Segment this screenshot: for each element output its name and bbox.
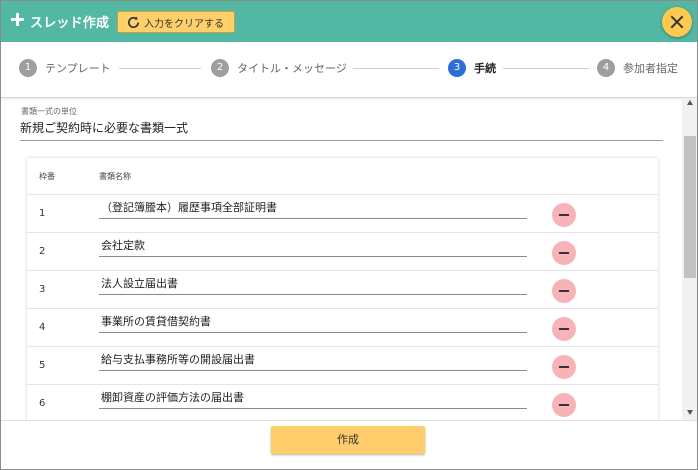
- document-name-input[interactable]: 事業所の賃貸借契約書: [99, 315, 527, 333]
- column-header-number: 枠番: [39, 172, 55, 181]
- step-participants[interactable]: 4 参加者指定: [597, 59, 678, 77]
- step-number: 4: [597, 59, 615, 77]
- vertical-scrollbar[interactable]: [682, 98, 697, 420]
- step-template[interactable]: 1 テンプレート: [19, 59, 111, 77]
- row-number: 6: [39, 398, 46, 409]
- remove-row-button[interactable]: [552, 317, 576, 341]
- remove-row-button[interactable]: [552, 279, 576, 303]
- document-name-input[interactable]: 法人設立届出書: [99, 277, 527, 295]
- remove-row-button[interactable]: [552, 393, 576, 417]
- dialog-header: スレッド作成 入力をクリアする: [1, 1, 697, 42]
- step-number: 2: [211, 59, 229, 77]
- unit-field-label: 書類一式の単位: [21, 107, 77, 116]
- create-button[interactable]: 作成: [271, 426, 425, 454]
- thread-create-dialog: スレッド作成 入力をクリアする 1 テンプレート 2 タイトル・メッセージ 3 …: [0, 0, 698, 470]
- table-row: 2 会社定款: [27, 232, 658, 270]
- unit-field[interactable]: 新規ご契約時に必要な書類一式: [20, 119, 188, 136]
- scroll-up-arrow-icon[interactable]: [687, 100, 693, 105]
- table-row: 4 事業所の賃貸借契約書: [27, 308, 658, 346]
- form-scroll-area: 書類一式の単位 新規ご契約時に必要な書類一式 枠番 書類名称 1 （登記簿謄本）…: [1, 98, 682, 420]
- step-label: タイトル・メッセージ: [237, 62, 347, 75]
- document-name-input[interactable]: （登記簿謄本）履歴事項全部証明書: [99, 201, 527, 219]
- table-row: 1 （登記簿謄本）履歴事項全部証明書: [27, 194, 658, 232]
- unit-field-underline: [20, 140, 663, 141]
- table-row: 5 給与支払事務所等の開設届出書: [27, 346, 658, 384]
- table-row: 3 法人設立届出書: [27, 270, 658, 308]
- row-number: 1: [39, 208, 46, 219]
- step-number: 1: [19, 59, 37, 77]
- close-button[interactable]: [662, 7, 692, 37]
- refresh-icon: [128, 15, 140, 28]
- row-number: 5: [39, 360, 46, 371]
- remove-row-button[interactable]: [552, 355, 576, 379]
- document-name-input[interactable]: 給与支払事務所等の開設届出書: [99, 353, 527, 371]
- scroll-down-arrow-icon[interactable]: [687, 410, 693, 415]
- step-procedure[interactable]: 3 手続: [448, 59, 496, 77]
- clear-input-button[interactable]: 入力をクリアする: [117, 11, 235, 33]
- column-header-name: 書類名称: [99, 172, 131, 181]
- row-number: 4: [39, 322, 46, 333]
- row-number: 3: [39, 284, 46, 295]
- remove-row-button[interactable]: [552, 241, 576, 265]
- step-connector: [353, 68, 439, 69]
- step-label: 参加者指定: [623, 62, 678, 75]
- step-label: テンプレート: [45, 62, 111, 75]
- document-name-input[interactable]: 会社定款: [99, 239, 527, 257]
- document-table: 枠番 書類名称 1 （登記簿謄本）履歴事項全部証明書 2 会社定款 3 法人設立…: [27, 158, 658, 420]
- step-number: 3: [448, 59, 466, 77]
- clear-input-label: 入力をクリアする: [144, 18, 224, 30]
- remove-row-button[interactable]: [552, 203, 576, 227]
- dialog-title: スレッド作成: [30, 16, 110, 31]
- stepper: 1 テンプレート 2 タイトル・メッセージ 3 手続 4 参加者指定: [1, 42, 697, 98]
- step-connector: [503, 68, 589, 69]
- table-row: 6 棚卸資産の評価方法の届出書: [27, 384, 658, 420]
- scrollbar-thumb[interactable]: [684, 136, 696, 278]
- step-connector: [119, 68, 201, 69]
- row-number: 2: [39, 246, 46, 257]
- plus-icon: [11, 13, 24, 26]
- dialog-footer: 作成: [1, 420, 697, 469]
- document-name-input[interactable]: 棚卸資産の評価方法の届出書: [99, 391, 527, 409]
- step-label: 手続: [474, 62, 496, 75]
- step-title-message[interactable]: 2 タイトル・メッセージ: [211, 59, 347, 77]
